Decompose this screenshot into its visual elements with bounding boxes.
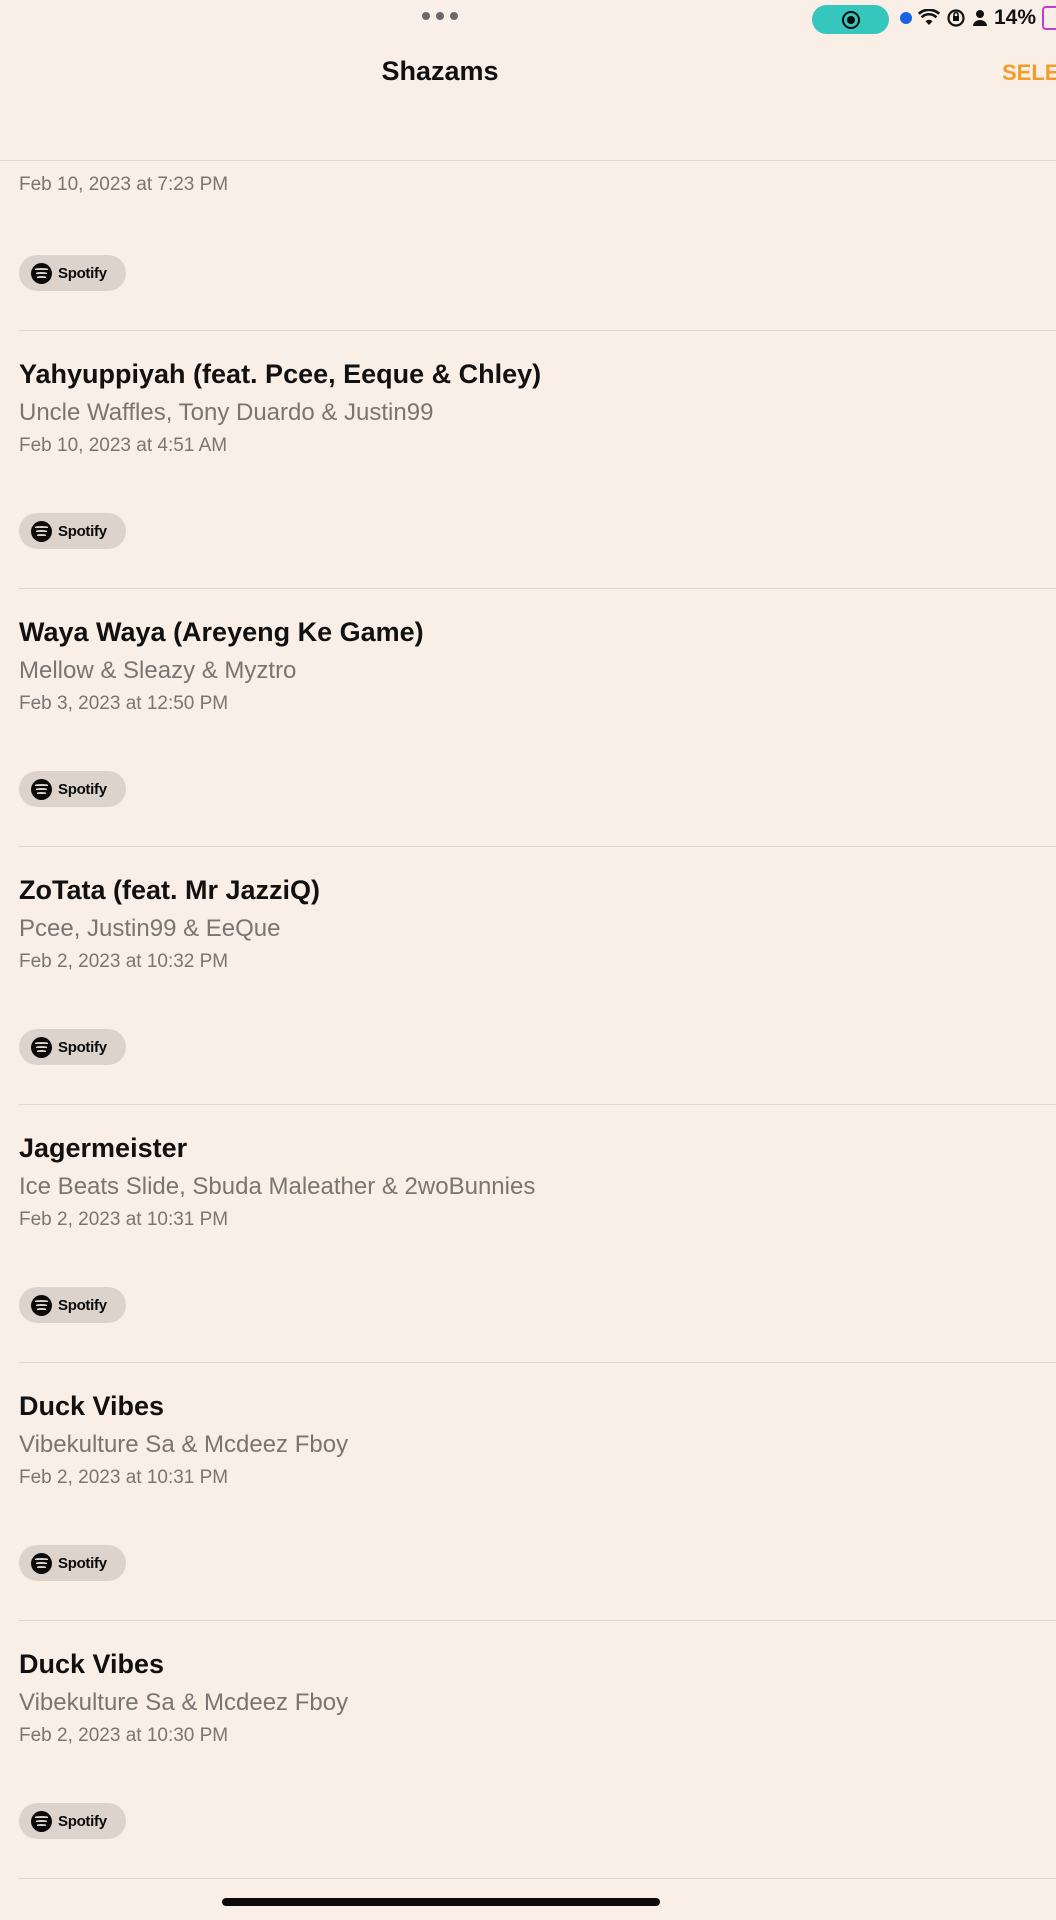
song-title: Waya Waya (Areyeng Ke Game) bbox=[19, 617, 424, 647]
song-artist: Mellow & Sleazy & Myztro bbox=[19, 657, 297, 684]
battery-percentage: 14% bbox=[994, 6, 1037, 29]
song-title: Duck Vibes bbox=[19, 1391, 165, 1421]
shazam-date: Feb 10, 2023 at 7:23 PM bbox=[19, 174, 229, 195]
navigation-header: Shazams SELE bbox=[0, 42, 1056, 161]
list-item[interactable]: Yahyuppiyah (feat. Pcee, Eeque & Chley) … bbox=[19, 331, 1056, 589]
shazam-date: Feb 2, 2023 at 10:32 PM bbox=[19, 951, 229, 972]
shazam-date: Feb 2, 2023 at 10:31 PM bbox=[19, 1467, 229, 1488]
spotify-button[interactable]: Spotify bbox=[19, 1029, 126, 1065]
spotify-button[interactable]: Spotify bbox=[19, 513, 126, 549]
spotify-button[interactable]: Spotify bbox=[19, 255, 126, 291]
song-title: Jagermeister bbox=[19, 1133, 188, 1163]
spotify-label: Spotify bbox=[58, 1812, 107, 1830]
list-item[interactable]: Waya Waya (Areyeng Ke Game) Mellow & Sle… bbox=[19, 589, 1056, 847]
song-artist: Uncle Waffles, Tony Duardo & Justin99 bbox=[19, 399, 434, 426]
spotify-label: Spotify bbox=[58, 522, 107, 540]
song-title: Yahyuppiyah (feat. Pcee, Eeque & Chley) bbox=[19, 359, 542, 389]
shazam-date: Feb 2, 2023 at 10:30 PM bbox=[19, 1725, 229, 1746]
spotify-label: Spotify bbox=[58, 1296, 107, 1314]
spotify-button[interactable]: Spotify bbox=[19, 1803, 126, 1839]
orientation-lock-icon bbox=[947, 9, 965, 27]
spotify-label: Spotify bbox=[58, 264, 107, 282]
spotify-label: Spotify bbox=[58, 1038, 107, 1056]
list-item[interactable]: ZoTata (feat. Mr JazziQ) Pcee, Justin99 … bbox=[19, 847, 1056, 1105]
spotify-button[interactable]: Spotify bbox=[19, 1545, 126, 1581]
spotify-icon bbox=[31, 1810, 52, 1832]
spotify-icon bbox=[31, 520, 52, 542]
song-artist: Vibekulture Sa & Mcdeez Fboy bbox=[19, 1431, 349, 1458]
song-title: Duck Vibes bbox=[19, 1649, 165, 1679]
screen-recording-indicator[interactable] bbox=[812, 5, 889, 34]
shazam-list[interactable]: Feb 10, 2023 at 7:23 PM Spotify Yahyuppi… bbox=[0, 160, 1056, 1879]
shazam-date: Feb 10, 2023 at 4:51 AM bbox=[19, 435, 228, 456]
shazam-date: Feb 3, 2023 at 12:50 PM bbox=[19, 693, 229, 714]
list-item[interactable]: Duck Vibes Vibekulture Sa & Mcdeez Fboy … bbox=[19, 1621, 1056, 1879]
song-artist: Pcee, Justin99 & EeQue bbox=[19, 915, 281, 942]
record-icon bbox=[842, 11, 860, 29]
spotify-label: Spotify bbox=[58, 780, 107, 798]
song-artist: Ice Beats Slide, Sbuda Maleather & 2woBu… bbox=[19, 1173, 536, 1200]
list-item[interactable]: Duck Vibes Vibekulture Sa & Mcdeez Fboy … bbox=[19, 1363, 1056, 1621]
wifi-icon bbox=[918, 9, 940, 25]
spotify-button[interactable]: Spotify bbox=[19, 1287, 126, 1323]
spotify-icon bbox=[31, 1552, 52, 1574]
spotify-icon bbox=[31, 1294, 52, 1316]
multitasking-dots-icon[interactable] bbox=[422, 12, 458, 20]
song-artist: Vibekulture Sa & Mcdeez Fboy bbox=[19, 1689, 349, 1716]
person-icon bbox=[973, 10, 987, 26]
battery-icon bbox=[1042, 6, 1056, 30]
home-indicator[interactable] bbox=[222, 1898, 660, 1906]
page-title: Shazams bbox=[381, 56, 499, 86]
spotify-label: Spotify bbox=[58, 1554, 107, 1572]
spotify-button[interactable]: Spotify bbox=[19, 771, 126, 807]
spotify-icon bbox=[31, 1036, 52, 1058]
list-item[interactable]: Jagermeister Ice Beats Slide, Sbuda Male… bbox=[19, 1105, 1056, 1363]
song-title: ZoTata (feat. Mr JazziQ) bbox=[19, 875, 321, 905]
list-item-partial[interactable]: Feb 10, 2023 at 7:23 PM Spotify bbox=[19, 160, 1056, 331]
select-button[interactable]: SELE bbox=[1002, 60, 1056, 86]
spotify-icon bbox=[31, 778, 52, 800]
spotify-icon bbox=[31, 262, 52, 284]
status-bar: 14% bbox=[0, 0, 1056, 42]
shazam-date: Feb 2, 2023 at 10:31 PM bbox=[19, 1209, 229, 1230]
location-dot-icon bbox=[900, 12, 912, 24]
status-icons: 14% bbox=[900, 6, 1056, 30]
